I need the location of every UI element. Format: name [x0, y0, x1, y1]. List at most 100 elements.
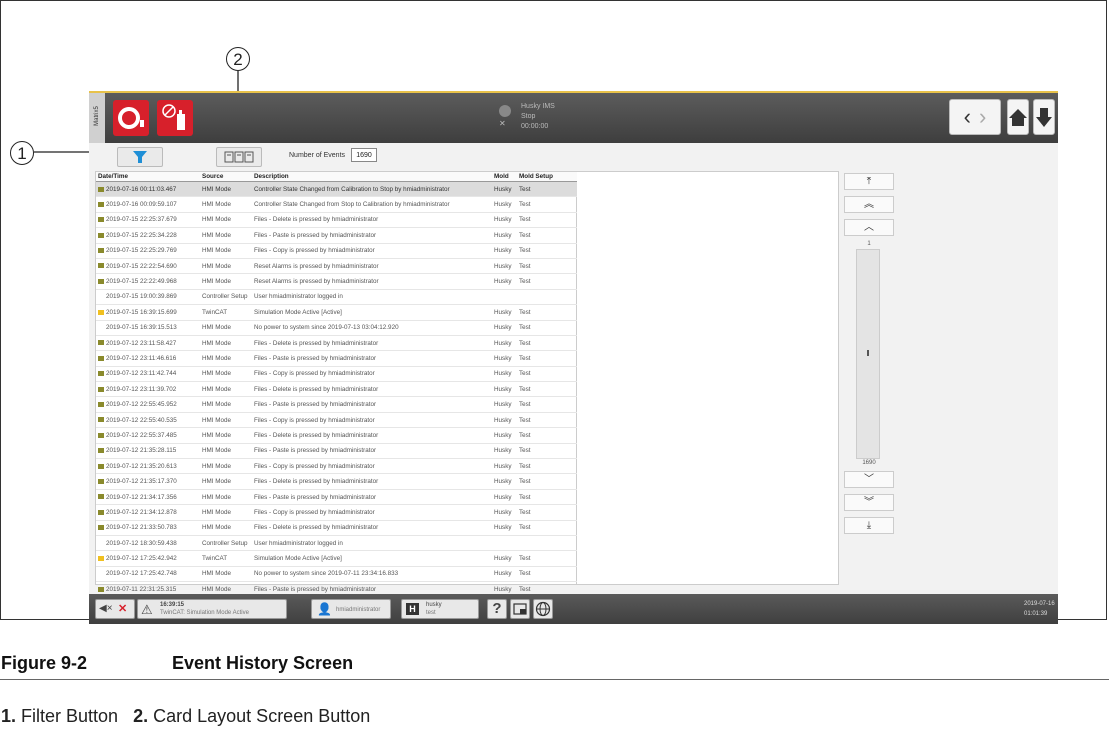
- cell-text: Reset Alarms is pressed by hmiadministra…: [254, 262, 379, 270]
- cell-text: Husky: [494, 385, 512, 393]
- cell-description: Files - Delete is pressed by hmiadminist…: [252, 520, 492, 536]
- cell-text: 2019-07-15 16:39:15.513: [106, 324, 177, 332]
- table-row[interactable]: 2019-07-15 22:22:49.968 HMI Mode Reset Ala…: [96, 273, 577, 290]
- cell-mold-setup: Test: [517, 473, 577, 490]
- mold-button[interactable]: H husky test: [401, 599, 479, 619]
- machine-stop-button[interactable]: [113, 100, 149, 136]
- cell-datetime: 2019-07-12 22:55:45.952: [96, 396, 200, 413]
- cell-text: 2019-07-12 22:55:45.952: [106, 401, 177, 409]
- home-button[interactable]: [1007, 99, 1029, 135]
- table-row[interactable]: 2019-07-12 21:35:28.115 HMI Mode Files - P…: [96, 443, 577, 460]
- cell-datetime: 2019-07-15 22:25:37.679: [96, 212, 200, 229]
- table-row[interactable]: 2019-07-12 21:34:12.878 HMI Mode Files - C…: [96, 504, 577, 521]
- active-alarm-banner[interactable]: ⚠ 16:39:15 TwinCAT: Simulation Mode Acti…: [137, 599, 287, 619]
- alarm-reset-icon[interactable]: ✕: [118, 602, 127, 615]
- cell-text: Husky: [494, 401, 512, 409]
- table-row[interactable]: 2019-07-12 22:55:37.485 HMI Mode Files - D…: [96, 427, 577, 444]
- col-header-description[interactable]: Description: [252, 172, 492, 182]
- table-row[interactable]: 2019-07-15 19:00:39.869 Controller Setup U…: [96, 289, 577, 306]
- scroll-track[interactable]: [856, 249, 880, 459]
- scroll-thumb[interactable]: [867, 350, 869, 356]
- user-button[interactable]: 👤 hmiadministrator: [311, 599, 391, 619]
- heater-off-icon: [162, 104, 185, 130]
- download-button[interactable]: [1033, 99, 1055, 135]
- chevron-left-icon[interactable]: ‹: [964, 104, 971, 129]
- table-row[interactable]: 2019-07-15 22:25:37.679 HMI Mode Files - D…: [96, 212, 577, 229]
- card-layout-icon: [224, 151, 254, 163]
- col-header-source[interactable]: Source: [200, 172, 252, 182]
- top-bar: Matrix5 ✕ Husky IMS Stop 00:00:00 ‹ ›: [89, 91, 1058, 143]
- cell-text: Test: [519, 478, 531, 486]
- table-row[interactable]: 2019-07-12 23:11:58.427 HMI Mode Files - D…: [96, 335, 577, 352]
- col-header-mold[interactable]: Mold: [492, 172, 517, 182]
- help-button[interactable]: ?: [487, 599, 507, 619]
- cell-text: Controller Setup: [202, 539, 248, 547]
- cell-text: Test: [519, 524, 531, 532]
- cell-text: 2019-07-12 23:11:39.702: [106, 385, 177, 393]
- table-row[interactable]: 2019-07-12 22:55:40.535 HMI Mode Files - C…: [96, 412, 577, 429]
- scroll-top-button[interactable]: ⤒: [844, 173, 894, 190]
- cell-description: Files - Paste is pressed by hmiadministr…: [252, 443, 492, 460]
- alarm-text: TwinCAT: Simulation Mode Active: [160, 610, 249, 616]
- screenshot-button[interactable]: [510, 599, 530, 619]
- cell-source: HMI Mode: [200, 412, 252, 429]
- clock-date: 2019-07-16: [1024, 601, 1055, 607]
- cell-text: 2019-07-12 23:11:42.744: [106, 370, 177, 378]
- cell-description: Reset Alarms is pressed by hmiadministra…: [252, 258, 492, 275]
- figure-title: Event History Screen: [172, 653, 354, 673]
- flag-severity-icon: [98, 401, 104, 407]
- table-row[interactable]: 2019-07-12 21:35:20.613 HMI Mode Files - C…: [96, 458, 577, 475]
- cell-description: Files - Copy is pressed by hmiadministra…: [252, 243, 492, 259]
- scroll-up-button[interactable]: ︿: [844, 219, 894, 236]
- legend-1-number: 1.: [1, 706, 17, 726]
- table-row[interactable]: 2019-07-12 23:11:39.702 HMI Mode Files - D…: [96, 381, 577, 398]
- scroll-down-button[interactable]: ﹀: [844, 471, 894, 488]
- scroll-bottom-button[interactable]: ⤓: [844, 517, 894, 534]
- table-row[interactable]: 2019-07-15 22:25:34.228 HMI Mode Files - P…: [96, 227, 577, 244]
- cell-mold-setup: Test: [517, 258, 577, 275]
- chevron-right-icon[interactable]: ›: [979, 104, 986, 129]
- table-row[interactable]: 2019-07-12 21:34:17.356 HMI Mode Files - P…: [96, 489, 577, 506]
- scroll-page-down-button[interactable]: ︾: [844, 494, 894, 511]
- card-layout-button[interactable]: [216, 147, 262, 167]
- table-row[interactable]: 2019-07-16 00:11:03.467 HMI Mode Controlle…: [96, 181, 577, 198]
- table-row[interactable]: 2019-07-15 16:39:15.513 HMI Mode No power …: [96, 320, 577, 336]
- cell-text: 2019-07-12 21:35:20.613: [106, 462, 177, 470]
- table-row[interactable]: 2019-07-12 17:25:42.942 TwinCAT Simulation…: [96, 550, 577, 567]
- no-severity-icon: [98, 325, 104, 330]
- table-row[interactable]: 2019-07-15 22:22:54.690 HMI Mode Reset Ala…: [96, 258, 577, 275]
- table-row[interactable]: 2019-07-12 21:35:17.370 HMI Mode Files - D…: [96, 473, 577, 490]
- flag-severity-icon: [98, 186, 104, 192]
- heater-disabled-button[interactable]: [157, 100, 193, 136]
- cell-text: Husky: [494, 370, 512, 378]
- back-forward-button[interactable]: ‹ ›: [949, 99, 1001, 135]
- col-header-datetime[interactable]: Date/Time: [96, 172, 200, 182]
- cell-text: Husky: [494, 216, 512, 224]
- cell-text: Files - Paste is pressed by hmiadministr…: [254, 354, 377, 362]
- scroll-page-up-button[interactable]: ︽: [844, 196, 894, 213]
- table-row[interactable]: 2019-07-12 21:33:50.783 HMI Mode Files - D…: [96, 520, 577, 536]
- table-row[interactable]: 2019-07-12 17:25:42.748 HMI Mode No power …: [96, 566, 577, 583]
- table-row[interactable]: 2019-07-15 22:25:29.769 HMI Mode Files - C…: [96, 243, 577, 259]
- cell-mold-setup: Test: [517, 196, 577, 213]
- cell-source: HMI Mode: [200, 243, 252, 259]
- table-row[interactable]: 2019-07-12 18:30:59.438 Controller Setup U…: [96, 535, 577, 552]
- table-row[interactable]: 2019-07-12 23:11:46.616 HMI Mode Files - P…: [96, 350, 577, 367]
- mute-icon[interactable]: ◀×: [99, 603, 113, 614]
- cell-mold: Husky: [492, 181, 517, 198]
- cell-description: Files - Copy is pressed by hmiadministra…: [252, 504, 492, 521]
- col-header-mold-setup[interactable]: Mold Setup: [517, 172, 577, 182]
- table-row[interactable]: 2019-07-15 16:39:15.699 TwinCAT Simulation…: [96, 304, 577, 321]
- table-row[interactable]: 2019-07-12 23:11:42.744 HMI Mode Files - C…: [96, 366, 577, 383]
- cell-datetime: 2019-07-15 19:00:39.869: [96, 289, 200, 306]
- language-button[interactable]: [533, 599, 553, 619]
- table-row[interactable]: 2019-07-16 00:09:59.107 HMI Mode Controlle…: [96, 196, 577, 213]
- side-tab[interactable]: Matrix5: [89, 93, 105, 143]
- flag-severity-icon: [98, 417, 104, 423]
- chevron-up-icon: ︿: [864, 222, 874, 233]
- table-row[interactable]: 2019-07-12 22:55:45.952 HMI Mode Files - P…: [96, 396, 577, 413]
- cell-description: Files - Delete is pressed by hmiadminist…: [252, 335, 492, 352]
- filter-button[interactable]: [117, 147, 163, 167]
- status-x-icon: ✕: [499, 119, 506, 128]
- cell-mold: Husky: [492, 335, 517, 352]
